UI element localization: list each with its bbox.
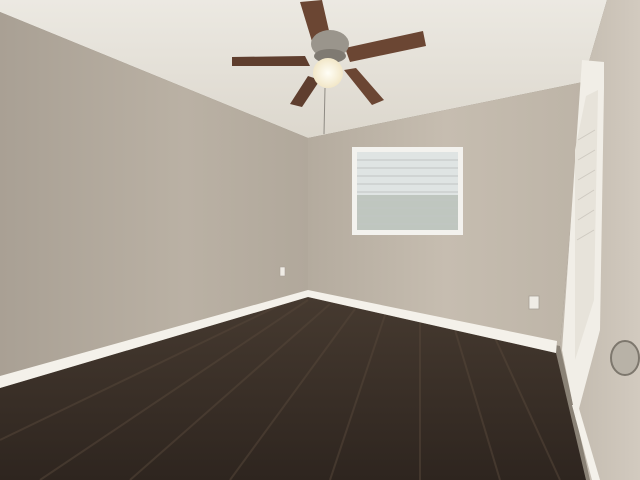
room-scene	[0, 0, 640, 480]
outlet-left	[279, 266, 286, 277]
outlet-back	[528, 295, 540, 310]
fan-blade-left	[232, 56, 310, 66]
fan-light-globe	[313, 58, 343, 88]
door-knob	[610, 340, 640, 376]
window	[352, 147, 463, 235]
